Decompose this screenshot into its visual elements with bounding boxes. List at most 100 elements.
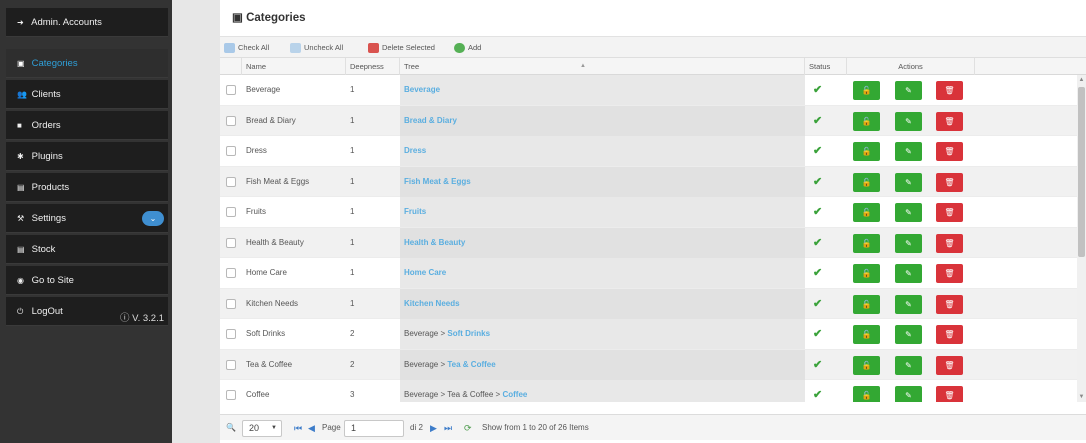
header-tree[interactable]: Tree ▲ — [400, 58, 805, 75]
tree-link[interactable]: Tea & Coffee — [447, 360, 495, 369]
toggle-lock-button[interactable]: 🔓 — [853, 386, 880, 402]
prev-page-icon[interactable]: ◀ — [308, 415, 315, 441]
edit-button[interactable]: ✎ — [895, 386, 922, 402]
vertical-scrollbar[interactable]: ▲ ▼ — [1077, 75, 1086, 402]
page-input[interactable]: 1 — [344, 420, 404, 437]
sidebar-item-go-to-site[interactable]: ◉ Go to Site — [6, 266, 168, 295]
row-checkbox[interactable] — [226, 329, 236, 339]
status-check-icon[interactable]: ✔ — [813, 319, 825, 349]
toggle-lock-button[interactable]: 🔓 — [853, 142, 880, 161]
uncheck-all-button[interactable]: Uncheck All — [290, 42, 343, 54]
header-status[interactable]: Status — [805, 58, 847, 75]
toggle-lock-button[interactable]: 🔓 — [853, 294, 880, 314]
status-check-icon[interactable]: ✔ — [813, 197, 825, 227]
table-row: Coffee 3 Beverage > Tea & Coffee > Coffee ✔… — [220, 380, 1077, 402]
delete-button[interactable]: 🗑 — [936, 81, 963, 100]
tree-link[interactable]: Soft Drinks — [447, 329, 490, 338]
edit-button[interactable]: ✎ — [895, 203, 922, 222]
sidebar-item-stock[interactable]: ▤ Stock — [6, 235, 168, 264]
edit-button[interactable]: ✎ — [895, 264, 922, 283]
tree-link[interactable]: Fruits — [404, 207, 426, 216]
tree-link[interactable]: Home Care — [404, 268, 446, 277]
scroll-down-icon[interactable]: ▼ — [1077, 394, 1086, 400]
scrollbar-thumb[interactable] — [1078, 87, 1085, 257]
edit-button[interactable]: ✎ — [895, 355, 922, 375]
toggle-lock-button[interactable]: 🔓 — [853, 264, 880, 283]
toggle-lock-button[interactable]: 🔓 — [853, 325, 880, 344]
sidebar-item-orders[interactable]: ■ Orders — [6, 111, 168, 140]
sidebar-item-settings[interactable]: ⚒ Settings ⌄ — [6, 204, 168, 233]
delete-button[interactable]: 🗑 — [936, 386, 963, 402]
row-checkbox[interactable] — [226, 268, 236, 278]
next-page-icon[interactable]: ▶ — [430, 415, 437, 441]
delete-button[interactable]: 🗑 — [936, 233, 963, 253]
search-icon[interactable]: 🔍 — [226, 415, 236, 441]
refresh-icon[interactable]: ⟳ — [464, 415, 472, 441]
status-check-icon[interactable]: ✔ — [813, 380, 825, 402]
sidebar-item-categories[interactable]: ▣ Categories — [6, 49, 168, 78]
toggle-lock-button[interactable]: 🔓 — [853, 203, 880, 222]
unlock-icon: 🔓 — [861, 299, 872, 309]
check-all-button[interactable]: Check All — [224, 42, 269, 54]
status-check-icon[interactable]: ✔ — [813, 258, 825, 288]
row-checkbox[interactable] — [226, 359, 236, 370]
sidebar-item-clients[interactable]: 👥 Clients — [6, 80, 168, 109]
sidebar-item-products[interactable]: ▤ Products — [6, 173, 168, 202]
tree-link[interactable]: Kitchen Needs — [404, 299, 460, 308]
tree-link[interactable]: Health & Beauty — [404, 238, 465, 247]
row-checkbox[interactable] — [226, 85, 236, 95]
toggle-lock-button[interactable]: 🔓 — [853, 355, 880, 375]
edit-button[interactable]: ✎ — [895, 172, 922, 192]
toggle-lock-button[interactable]: 🔓 — [853, 111, 880, 131]
sidebar-item-plugins[interactable]: ✱ Plugins — [6, 142, 168, 171]
toggle-lock-button[interactable]: 🔓 — [853, 81, 880, 100]
delete-button[interactable]: 🗑 — [936, 294, 963, 314]
tree-link[interactable]: Bread & Diary — [404, 116, 457, 125]
status-check-icon[interactable]: ✔ — [813, 350, 825, 380]
row-checkbox[interactable] — [226, 298, 236, 309]
edit-button[interactable]: ✎ — [895, 111, 922, 131]
status-check-icon[interactable]: ✔ — [813, 136, 825, 166]
header-name[interactable]: Name — [242, 58, 346, 75]
tree-link[interactable]: Beverage — [404, 85, 440, 94]
toggle-lock-button[interactable]: 🔓 — [853, 172, 880, 192]
delete-selected-button[interactable]: Delete Selected — [368, 42, 435, 54]
first-page-icon[interactable]: ⏮ — [294, 415, 302, 441]
tree-link[interactable]: Fish Meat & Eggs — [404, 177, 471, 186]
tree-path: Beverage > — [404, 359, 448, 369]
delete-button[interactable]: 🗑 — [936, 142, 963, 161]
scroll-up-icon[interactable]: ▲ — [1077, 77, 1086, 83]
status-check-icon[interactable]: ✔ — [813, 167, 825, 197]
delete-button[interactable]: 🗑 — [936, 355, 963, 375]
tree-link[interactable]: Coffee — [502, 390, 527, 399]
unlock-icon: 🔓 — [861, 391, 872, 400]
edit-button[interactable]: ✎ — [895, 294, 922, 314]
row-checkbox[interactable] — [226, 207, 236, 217]
status-check-icon[interactable]: ✔ — [813, 228, 825, 258]
delete-button[interactable]: 🗑 — [936, 111, 963, 131]
row-checkbox[interactable] — [226, 390, 236, 400]
sidebar-item-admin-accounts[interactable]: ➜ Admin. Accounts — [6, 8, 168, 37]
page-size-select[interactable]: 20 ▼ — [242, 420, 282, 437]
row-checkbox[interactable] — [226, 115, 236, 126]
edit-button[interactable]: ✎ — [895, 142, 922, 161]
add-button[interactable]: Add — [454, 42, 481, 54]
edit-button[interactable]: ✎ — [895, 233, 922, 253]
edit-button[interactable]: ✎ — [895, 81, 922, 100]
delete-button[interactable]: 🗑 — [936, 203, 963, 222]
last-page-icon[interactable]: ⏭ — [444, 415, 452, 441]
status-check-icon[interactable]: ✔ — [813, 75, 825, 105]
delete-button[interactable]: 🗑 — [936, 172, 963, 192]
toggle-lock-button[interactable]: 🔓 — [853, 233, 880, 253]
row-checkbox[interactable] — [226, 176, 236, 187]
status-check-icon[interactable]: ✔ — [813, 106, 825, 136]
edit-button[interactable]: ✎ — [895, 325, 922, 344]
delete-button[interactable]: 🗑 — [936, 264, 963, 283]
delete-button[interactable]: 🗑 — [936, 325, 963, 344]
header-deepness[interactable]: Deepness — [346, 58, 400, 75]
row-checkbox[interactable] — [226, 146, 236, 156]
row-checkbox[interactable] — [226, 237, 236, 248]
tree-link[interactable]: Dress — [404, 146, 426, 155]
expand-toggle[interactable]: ⌄ — [142, 211, 164, 226]
status-check-icon[interactable]: ✔ — [813, 289, 825, 319]
